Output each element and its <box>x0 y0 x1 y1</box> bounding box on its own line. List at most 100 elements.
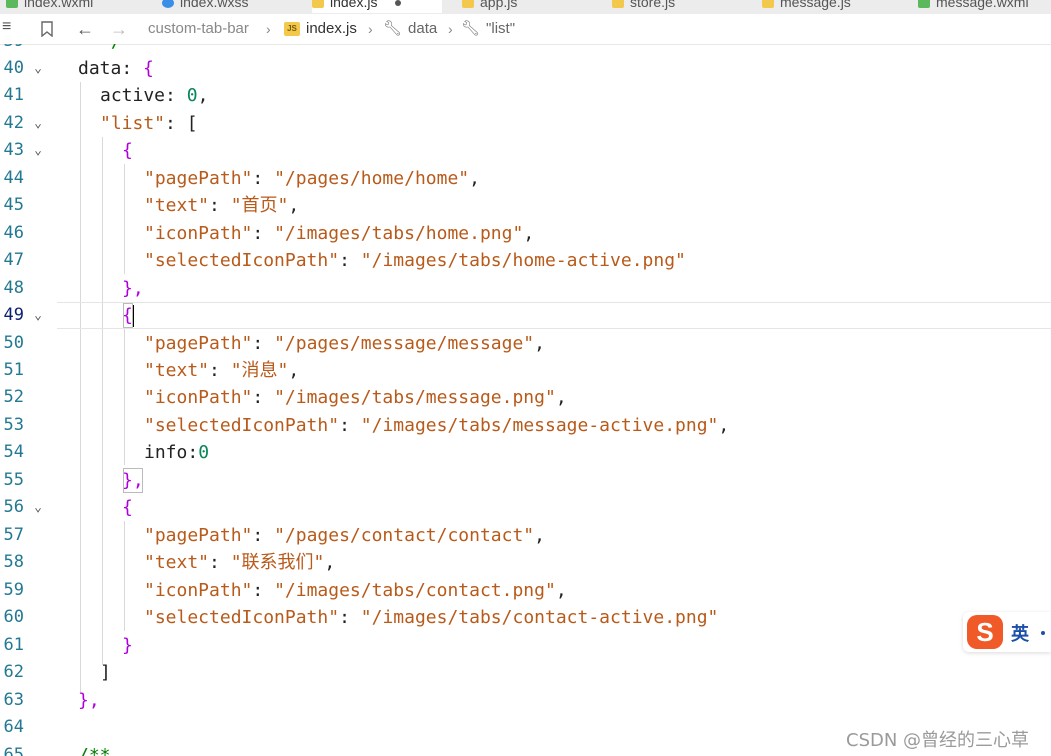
code-text: "text": "首页", <box>144 195 300 216</box>
code-line: 50 "pagePath": "/pages/message/message", <box>0 330 1051 357</box>
chevron-right-icon: › <box>266 21 271 37</box>
breadcrumb-symbol-data[interactable]: 🔧︎ data <box>383 14 437 44</box>
breadcrumb-file[interactable]: JS index.js <box>284 14 357 44</box>
line-number: 47 <box>3 250 24 270</box>
code-text: }, <box>122 278 144 299</box>
ime-dot-icon <box>1041 631 1045 635</box>
code-line: 52 "iconPath": "/images/tabs/message.png… <box>0 384 1051 411</box>
code-line: 45 "text": "首页", <box>0 192 1051 219</box>
tab-index-js[interactable]: index.js <box>312 0 442 13</box>
line-number: 61 <box>3 635 24 655</box>
wrench-icon: 🔧︎ <box>461 20 481 37</box>
fold-chevron-icon[interactable]: ⌄ <box>31 137 45 164</box>
code-line: 44 "pagePath": "/pages/home/home", <box>0 165 1051 192</box>
fold-chevron-icon[interactable]: ⌄ <box>31 110 45 137</box>
forward-arrow-icon[interactable]: → <box>110 14 128 44</box>
unsaved-dot-icon[interactable] <box>395 0 402 7</box>
line-number: 44 <box>3 168 24 188</box>
js-file-icon <box>312 0 324 9</box>
code-line: 53 "selectedIconPath": "/images/tabs/mes… <box>0 412 1051 439</box>
chevron-right-icon: › <box>368 21 373 37</box>
code-text: "selectedIconPath": "/images/tabs/messag… <box>144 415 730 436</box>
line-number: 45 <box>3 195 24 215</box>
code-text: "iconPath": "/images/tabs/home.png", <box>144 223 535 244</box>
code-text: } <box>122 635 133 656</box>
fold-chevron-icon[interactable]: ⌄ <box>31 55 45 82</box>
ime-indicator[interactable]: S 英 <box>963 612 1051 652</box>
js-file-icon <box>462 0 474 9</box>
code-line: 55 }, <box>0 467 1051 494</box>
menu-lines-icon[interactable]: ≡ <box>2 12 11 42</box>
line-number: 43 <box>3 140 24 160</box>
line-number: 63 <box>3 690 24 710</box>
code-text: data: { <box>78 58 154 79</box>
fold-chevron-icon[interactable]: ⌄ <box>31 302 45 329</box>
fold-chevron-icon[interactable]: ⌄ <box>31 494 45 521</box>
line-number: 59 <box>3 580 24 600</box>
code-text: ] <box>100 662 111 683</box>
back-arrow-icon[interactable]: ← <box>76 14 94 44</box>
breadcrumb-symbol-list[interactable]: 🔧︎ "list" <box>461 14 515 44</box>
code-text: "selectedIconPath": "/images/tabs/home-a… <box>144 250 686 271</box>
line-number: 46 <box>3 223 24 243</box>
js-file-icon: JS <box>284 22 300 37</box>
code-text: "iconPath": "/images/tabs/message.png", <box>144 387 567 408</box>
line-number: 49 <box>3 305 24 325</box>
fold-chevron-icon[interactable]: ⌄ <box>31 742 45 756</box>
line-number: 51 <box>3 360 24 380</box>
line-number: 54 <box>3 442 24 462</box>
code-line: 47 "selectedIconPath": "/images/tabs/hom… <box>0 247 1051 274</box>
line-number: 64 <box>3 717 24 737</box>
sogou-logo-icon: S <box>967 615 1003 649</box>
js-file-icon <box>612 0 624 9</box>
breadcrumb-folder[interactable]: custom-tab-bar <box>148 14 249 44</box>
code-editor[interactable]: 39 */ 40 ⌄ data: { 41 active: 0, 42 ⌄ "l… <box>0 44 1051 756</box>
line-number: 41 <box>3 85 24 105</box>
bookmark-icon[interactable] <box>40 14 54 44</box>
line-number: 62 <box>3 662 24 682</box>
wxss-file-icon <box>162 0 174 9</box>
tab-index-wxss[interactable]: index.wxss <box>162 0 248 13</box>
code-text: info:0 <box>144 442 210 463</box>
line-number: 48 <box>3 278 24 298</box>
code-text: { <box>122 497 133 518</box>
line-number: 53 <box>3 415 24 435</box>
code-line: 40 ⌄ data: { <box>0 55 1051 82</box>
code-line: 61 } <box>0 632 1051 659</box>
code-text: }, <box>122 467 144 494</box>
code-line: 39 */ <box>0 44 1051 55</box>
wxml-file-icon <box>918 0 930 9</box>
js-file-icon <box>762 0 774 9</box>
code-line: 41 active: 0, <box>0 82 1051 109</box>
code-text: "list": [ <box>100 113 198 134</box>
line-number: 55 <box>3 470 24 490</box>
code-text: { <box>122 140 133 161</box>
code-line: 60 "selectedIconPath": "/images/tabs/con… <box>0 604 1051 631</box>
wrench-icon: 🔧︎ <box>383 20 403 37</box>
tab-store-js[interactable]: store.js <box>612 0 675 13</box>
code-text: "selectedIconPath": "/images/tabs/contac… <box>144 607 719 628</box>
code-line: 57 "pagePath": "/pages/contact/contact", <box>0 522 1051 549</box>
code-line: 48 }, <box>0 275 1051 302</box>
editor-tab-strip: index.wxml index.wxss index.js app.js st… <box>0 0 1051 14</box>
line-number: 56 <box>3 497 24 517</box>
code-text: "pagePath": "/pages/home/home", <box>144 168 480 189</box>
tab-app-js[interactable]: app.js <box>462 0 517 13</box>
line-number: 50 <box>3 333 24 353</box>
breadcrumb: ≡ ← → custom-tab-bar › JS index.js › 🔧︎ da… <box>0 14 1051 45</box>
line-number: 39 <box>0 44 24 55</box>
code-line: 59 "iconPath": "/images/tabs/contact.png… <box>0 577 1051 604</box>
line-number: 58 <box>3 552 24 572</box>
code-line: 62 ] <box>0 659 1051 686</box>
tab-message-wxml[interactable]: message.wxml <box>918 0 1029 13</box>
tab-message-js[interactable]: message.js <box>762 0 851 13</box>
code-text: active: 0, <box>100 85 209 106</box>
code-text: /** <box>78 745 111 756</box>
code-text: "pagePath": "/pages/message/message", <box>144 333 545 354</box>
line-number: 57 <box>3 525 24 545</box>
tab-index-wxml[interactable]: index.wxml <box>6 0 93 13</box>
wxml-file-icon <box>6 0 18 9</box>
code-text: "pagePath": "/pages/contact/contact", <box>144 525 545 546</box>
code-line: 43 ⌄ { <box>0 137 1051 164</box>
code-line: 46 "iconPath": "/images/tabs/home.png", <box>0 220 1051 247</box>
